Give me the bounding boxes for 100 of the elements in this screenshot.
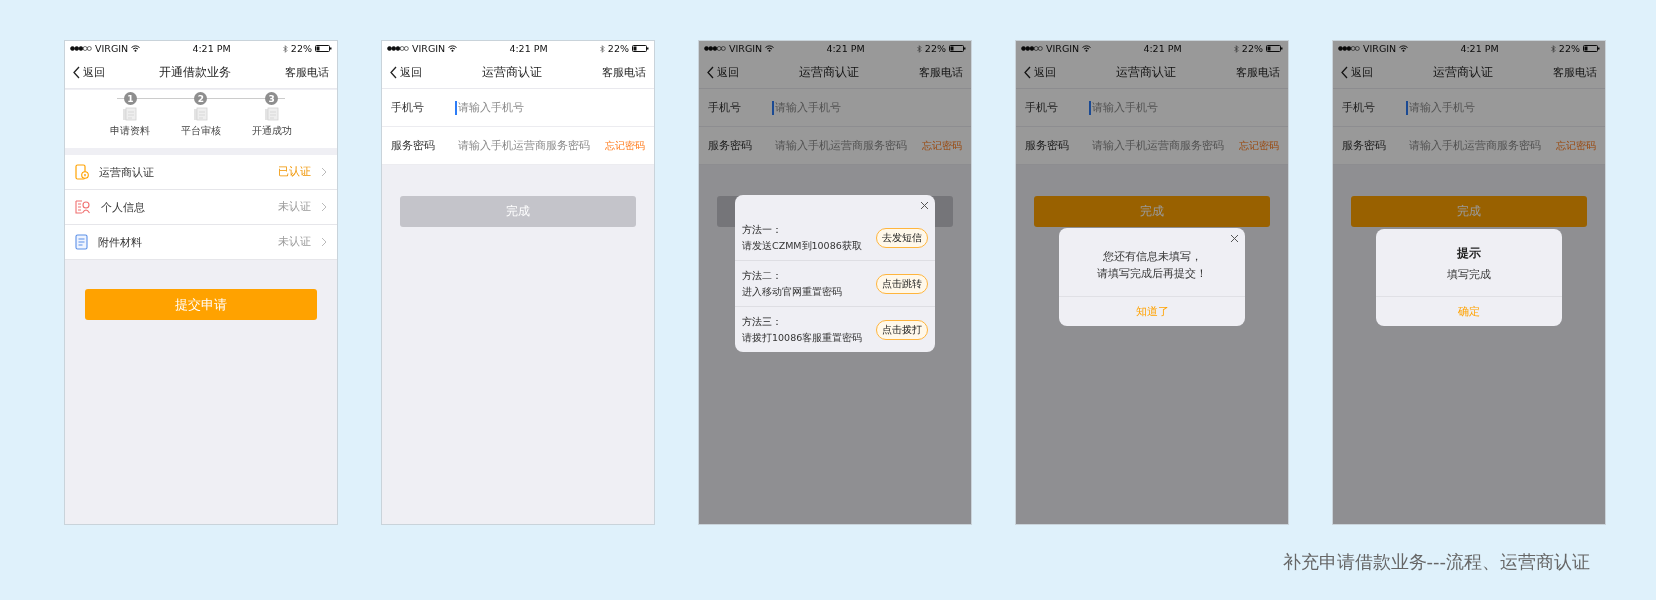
forgot-password-link[interactable]: 忘记密码 [922,138,962,153]
page-title: 开通借款业务 [159,63,231,81]
signal-icon [70,46,92,51]
signal-icon [387,46,409,51]
wifi-icon [1082,45,1092,52]
input-field[interactable]: 请输入手机运营商服务密码 [1406,138,1556,153]
chevron-right-icon [321,237,327,247]
bluetooth-icon [282,44,288,53]
input-field[interactable]: 请输入手机号 [455,100,645,115]
service-phone-link[interactable]: 客服电话 [919,64,963,80]
battery-icon [1266,45,1283,52]
service-phone-link[interactable]: 客服电话 [602,64,646,80]
wifi-icon [1399,45,1409,52]
item-label: 附件材料 [98,234,143,250]
battery-level: 22% [607,43,629,54]
battery-icon [632,45,649,52]
status-time: 4:21 PM [1143,43,1182,54]
input-field[interactable]: 请输入手机运营商服务密码 [772,138,922,153]
document-icon [122,107,139,121]
method-detail: 请发送CZMM到10086获取 [742,239,863,253]
field-label: 手机号 [391,100,425,115]
caption: 补充申请借款业务---流程、运营商认证 [1282,550,1590,574]
forgot-password-link[interactable]: 忘记密码 [1556,138,1596,153]
method-title: 方法三： [742,314,783,329]
back-link[interactable]: 返回 [707,64,739,80]
method-button[interactable]: 点击跳转 [876,273,928,294]
carrier-name: VIRGIN [1046,43,1080,54]
chevron-right-icon [321,202,327,212]
back-chevron-icon [707,65,714,79]
input-field[interactable]: 请输入手机运营商服务密码 [455,138,605,153]
item-label: 个人信息 [101,199,146,215]
page-title: 运营商认证 [482,63,542,81]
step-number: 3 [265,92,279,105]
step-number: 2 [194,92,208,105]
battery-icon [949,45,966,52]
document-icon [263,107,280,121]
document-icon [193,107,209,121]
service-phone-link[interactable]: 客服电话 [1236,64,1280,80]
list-item[interactable]: 个人信息 未认证 [65,190,337,225]
status-time: 4:21 PM [192,43,231,54]
field-label: 手机号 [1342,100,1376,115]
carrier-name: VIRGIN [412,43,446,54]
back-chevron-icon [390,65,397,79]
list-item[interactable]: 附件材料 未认证 [65,225,337,260]
service-phone-link[interactable]: 客服电话 [1553,64,1597,80]
back-chevron-icon [1024,65,1031,79]
dialog-title: 提示 [1456,245,1482,262]
close-icon[interactable] [920,200,929,210]
method-title: 方法二： [742,268,783,283]
back-link[interactable]: 返回 [73,64,105,80]
field-label: 手机号 [708,100,742,115]
carrier-name: VIRGIN [95,43,129,54]
phone-lock-icon [75,164,89,180]
field-label: 服务密码 [1025,138,1070,153]
forgot-password-link[interactable]: 忘记密码 [605,138,645,153]
carrier-name: VIRGIN [729,43,763,54]
field-label: 服务密码 [391,138,436,153]
signal-icon [1021,46,1043,51]
forgot-password-link[interactable]: 忘记密码 [1239,138,1279,153]
list-item[interactable]: 运营商认证 已认证 [65,155,337,190]
battery-level: 22% [924,43,946,54]
page-title: 运营商认证 [1116,63,1176,81]
back-link[interactable]: 返回 [390,64,422,80]
status-time: 4:21 PM [509,43,548,54]
step-label: 申请资料 [110,124,151,138]
signal-icon [704,46,726,51]
bluetooth-icon [1233,44,1239,53]
chevron-right-icon [321,167,327,177]
bluetooth-icon [1550,44,1556,53]
step-label: 开通成功 [251,124,292,138]
back-link[interactable]: 返回 [1024,64,1056,80]
item-status: 未认证 [278,200,311,214]
battery-level: 22% [1558,43,1580,54]
method-title: 方法一： [742,222,783,237]
submit-button[interactable]: 提交申请 [85,289,317,320]
method-button[interactable]: 点击拨打 [876,319,928,340]
dialog-message: 您还有信息未填写， [1102,249,1202,265]
field-label: 服务密码 [708,138,753,153]
back-link[interactable]: 返回 [1341,64,1373,80]
battery-level: 22% [290,43,312,54]
step-label: 平台审核 [181,124,221,138]
item-status: 未认证 [278,235,311,249]
bluetooth-icon [599,44,605,53]
bluetooth-icon [916,44,922,53]
status-time: 4:21 PM [826,43,865,54]
method-button[interactable]: 去发短信 [876,227,928,248]
status-time: 4:21 PM [1460,43,1499,54]
service-phone-link[interactable]: 客服电话 [285,64,329,80]
method-detail: 请拨打10086客服重置密码 [742,331,864,345]
item-status: 已认证 [278,165,311,179]
step-number: 1 [123,92,137,105]
back-chevron-icon [1341,65,1348,79]
field-label: 手机号 [1025,100,1059,115]
wifi-icon [448,45,458,52]
close-icon[interactable] [1230,233,1239,243]
signal-icon [1338,46,1360,51]
input-field[interactable]: 请输入手机运营商服务密码 [1089,138,1239,153]
back-chevron-icon [73,65,80,79]
method-detail: 进入移动官网重置密码 [742,285,843,299]
dialog-message: 请填写完成后再提交！ [1097,266,1207,282]
